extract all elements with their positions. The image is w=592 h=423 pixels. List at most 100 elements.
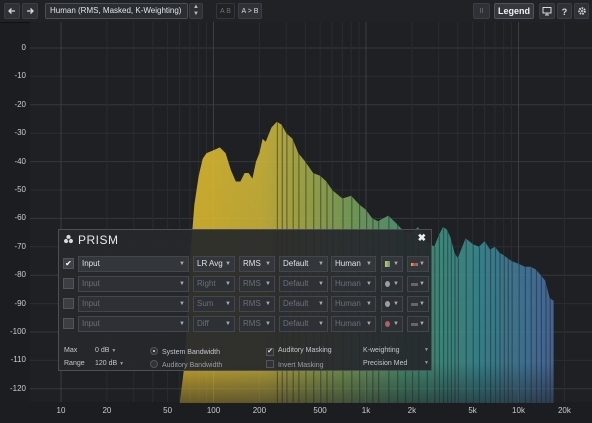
- input-select[interactable]: Input ▼: [78, 316, 189, 332]
- y-tick-label: -80: [14, 270, 26, 280]
- mode-select[interactable]: RMS ▼: [239, 256, 275, 272]
- ab-toggle-button[interactable]: A B: [216, 3, 235, 19]
- style-select[interactable]: ▼: [407, 296, 429, 312]
- input-select[interactable]: Input ▼: [78, 296, 189, 312]
- preset-selector[interactable]: Human (RMS, Masked, K-Weighting): [45, 3, 188, 19]
- spectrum-bin: [472, 244, 474, 403]
- row-enable-checkbox[interactable]: [63, 318, 74, 329]
- x-tick-label: 100: [206, 406, 221, 415]
- gear-icon[interactable]: [574, 3, 589, 19]
- range-value[interactable]: 120 dB ▼: [95, 360, 124, 367]
- style-select[interactable]: ▼: [407, 256, 429, 272]
- y-tick-label: -120: [9, 383, 26, 393]
- mode-select[interactable]: RMS ▼: [239, 276, 275, 292]
- chevron-down-icon: ▼: [179, 281, 185, 287]
- chevron-up-icon[interactable]: ▲: [190, 4, 202, 11]
- color-select[interactable]: ▼: [381, 276, 403, 292]
- precision-text: Precision Med: [363, 360, 408, 367]
- chevron-down-icon: ▼: [225, 261, 231, 267]
- curve-select[interactable]: Default ▼: [279, 256, 328, 272]
- precision-select[interactable]: Precision Med ▼: [363, 360, 429, 367]
- spectrum-bin: [511, 261, 513, 403]
- chevron-down-icon: ▼: [318, 321, 324, 327]
- style-select[interactable]: ▼: [407, 316, 429, 332]
- copy-a-to-b-button[interactable]: A > B: [238, 3, 262, 19]
- toolbar: Human (RMS, Masked, K-Weighting) ▲ ▼ A B…: [0, 0, 592, 23]
- curve-select[interactable]: Default ▼: [279, 276, 328, 292]
- chevron-down-icon: ▼: [393, 301, 399, 307]
- arrow-right-icon[interactable]: [22, 3, 38, 19]
- chevron-down-icon: ▼: [318, 301, 324, 307]
- x-tick-label: 200: [252, 406, 267, 415]
- curve-select[interactable]: Default ▼: [279, 316, 328, 332]
- weighting-mode-select[interactable]: Human ▼: [331, 256, 376, 272]
- color-swatch-icon: [385, 281, 390, 287]
- x-tick-label: 1k: [361, 406, 371, 415]
- channel-select[interactable]: Diff ▼: [193, 316, 235, 332]
- max-value[interactable]: 0 dB ▼: [95, 347, 116, 354]
- x-tick-label: 20k: [557, 406, 571, 415]
- spectrum-bin: [530, 266, 532, 403]
- input-select[interactable]: Input ▼: [78, 256, 189, 272]
- mode-select[interactable]: RMS ▼: [239, 316, 275, 332]
- mode-select[interactable]: RMS ▼: [239, 296, 275, 312]
- auditory-bandwidth-label: Auditory Bandwidth: [162, 362, 223, 369]
- x-tick-label: 500: [313, 406, 327, 415]
- weighting-mode-select[interactable]: Human ▼: [331, 276, 376, 292]
- line-style-icon: [411, 323, 418, 326]
- weighting-select[interactable]: K-weighting ▼: [363, 347, 429, 354]
- spectrum-bin: [434, 246, 436, 403]
- spectrum-bin: [494, 246, 497, 403]
- color-select[interactable]: ▼: [381, 296, 403, 312]
- spectrum-bin: [457, 258, 459, 403]
- help-button[interactable]: ?: [557, 3, 572, 19]
- chevron-down-icon: ▼: [119, 361, 125, 367]
- display-icon[interactable]: [539, 3, 555, 19]
- pause-button[interactable]: II: [473, 3, 490, 19]
- y-tick-label: -110: [10, 355, 26, 365]
- auditory-masking-option[interactable]: ✔ Auditory Masking: [266, 347, 332, 356]
- spectrum-bin: [503, 255, 505, 403]
- auditory-bandwidth-option[interactable]: Auditory Bandwidth: [150, 360, 222, 369]
- max-label: Max: [64, 347, 78, 354]
- chevron-down-icon: ▼: [265, 281, 271, 287]
- channel-select[interactable]: Right ▼: [193, 276, 235, 292]
- curve-select[interactable]: Default ▼: [279, 296, 328, 312]
- color-select[interactable]: ▼: [381, 256, 403, 272]
- row-enable-checkbox[interactable]: ✔: [63, 258, 74, 269]
- invert-masking-label: Invert Masking: [278, 362, 324, 369]
- chevron-down-icon: ▼: [366, 261, 372, 267]
- prism-title: PRISM: [78, 233, 119, 247]
- chevron-down-icon: ▼: [366, 301, 372, 307]
- system-bandwidth-label: System Bandwidth: [162, 349, 220, 356]
- row-enable-checkbox[interactable]: [63, 278, 74, 289]
- channel-select[interactable]: Sum ▼: [193, 296, 235, 312]
- y-tick-label: -10: [14, 71, 26, 81]
- legend-button[interactable]: Legend: [494, 3, 534, 19]
- x-tick-label: 2k: [407, 406, 417, 415]
- chevron-down-icon: ▼: [225, 281, 231, 287]
- arrow-left-icon[interactable]: [4, 3, 20, 19]
- preset-stepper[interactable]: ▲ ▼: [189, 3, 203, 19]
- input-select[interactable]: Input ▼: [78, 276, 189, 292]
- weighting-mode-select[interactable]: Human ▼: [331, 296, 376, 312]
- color-swatch-icon: [385, 321, 390, 327]
- weighting-mode-select[interactable]: Human ▼: [331, 316, 376, 332]
- chevron-down-icon[interactable]: ▼: [190, 11, 202, 18]
- spectrum-bin: [478, 246, 481, 403]
- y-tick-label: -90: [14, 298, 26, 308]
- x-tick-label: 20: [102, 406, 112, 415]
- chevron-down-icon: ▼: [393, 321, 399, 327]
- system-bandwidth-option[interactable]: System Bandwidth: [150, 347, 220, 356]
- radio-off-icon: [150, 360, 158, 368]
- color-select[interactable]: ▼: [381, 316, 403, 332]
- close-icon[interactable]: ✖: [418, 233, 426, 244]
- checkbox-unchecked-icon: [266, 360, 274, 368]
- prism-panel: PRISM ✖ ✔ Input ▼ LR Avg ▼ RMS ▼ Default ▼ Human ▼…: [58, 229, 432, 371]
- style-select[interactable]: ▼: [407, 276, 429, 292]
- y-tick-label: -70: [14, 241, 26, 251]
- chevron-down-icon: ▼: [225, 301, 231, 307]
- row-enable-checkbox[interactable]: [63, 298, 74, 309]
- invert-masking-option[interactable]: Invert Masking: [266, 360, 324, 369]
- channel-select[interactable]: LR Avg ▼: [193, 256, 235, 272]
